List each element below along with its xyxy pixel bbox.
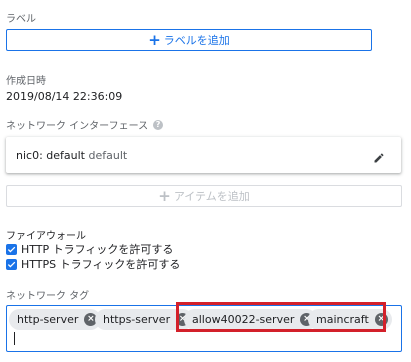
edit-pencil-icon[interactable] bbox=[373, 149, 385, 163]
tag-chip: maincraft × bbox=[308, 309, 392, 330]
help-icon[interactable]: ? bbox=[153, 119, 164, 130]
add-label-button[interactable]: + ラベルを追加 bbox=[6, 29, 372, 51]
firewall-heading: ファイアウォール bbox=[6, 231, 86, 242]
created-value: 2019/08/14 22:36:09 bbox=[6, 90, 123, 103]
labels-heading: ラベル bbox=[6, 14, 36, 25]
plus-icon: + bbox=[158, 186, 171, 205]
allow-https-checkbox-row[interactable]: HTTPS トラフィックを許可する bbox=[6, 256, 180, 272]
add-item-button-text: アイテムを追加 bbox=[173, 190, 250, 203]
nic-label: nic0: default default bbox=[16, 149, 127, 162]
allow-https-label: HTTPS トラフィックを許可する bbox=[21, 258, 181, 271]
plus-icon: + bbox=[148, 30, 161, 49]
tag-chip-label: http-server bbox=[17, 313, 79, 326]
allow-http-label: HTTP トラフィックを許可する bbox=[21, 243, 174, 256]
network-tags-input[interactable]: http-server × https-server × allow40022-… bbox=[6, 305, 402, 352]
tag-chip-label: https-server bbox=[103, 313, 171, 326]
tag-chip: https-server × bbox=[95, 309, 194, 330]
tag-chip-label: allow40022-server bbox=[192, 313, 295, 326]
remove-tag-icon[interactable]: × bbox=[374, 313, 388, 326]
nic-name: nic0: default bbox=[16, 148, 85, 162]
tag-chip-label: maincraft bbox=[316, 313, 369, 326]
add-item-button[interactable]: + アイテムを追加 bbox=[6, 185, 402, 207]
nic-card[interactable]: nic0: default default bbox=[6, 137, 401, 173]
add-label-button-text: ラベルを追加 bbox=[163, 34, 230, 47]
check-icon[interactable] bbox=[6, 243, 17, 255]
network-tags-heading: ネットワーク タグ bbox=[6, 291, 90, 302]
check-icon[interactable] bbox=[6, 258, 17, 270]
tag-chip: allow40022-server × bbox=[184, 309, 318, 330]
created-heading: 作成日時 bbox=[6, 76, 46, 87]
network-interfaces-heading-text: ネットワーク インターフェース bbox=[6, 121, 149, 132]
text-cursor bbox=[14, 332, 15, 345]
nic-subnet: default bbox=[88, 148, 128, 162]
tag-chip: http-server × bbox=[9, 309, 102, 330]
allow-http-checkbox-row[interactable]: HTTP トラフィックを許可する bbox=[6, 241, 173, 257]
network-interfaces-heading: ネットワーク インターフェース ? bbox=[6, 117, 164, 132]
